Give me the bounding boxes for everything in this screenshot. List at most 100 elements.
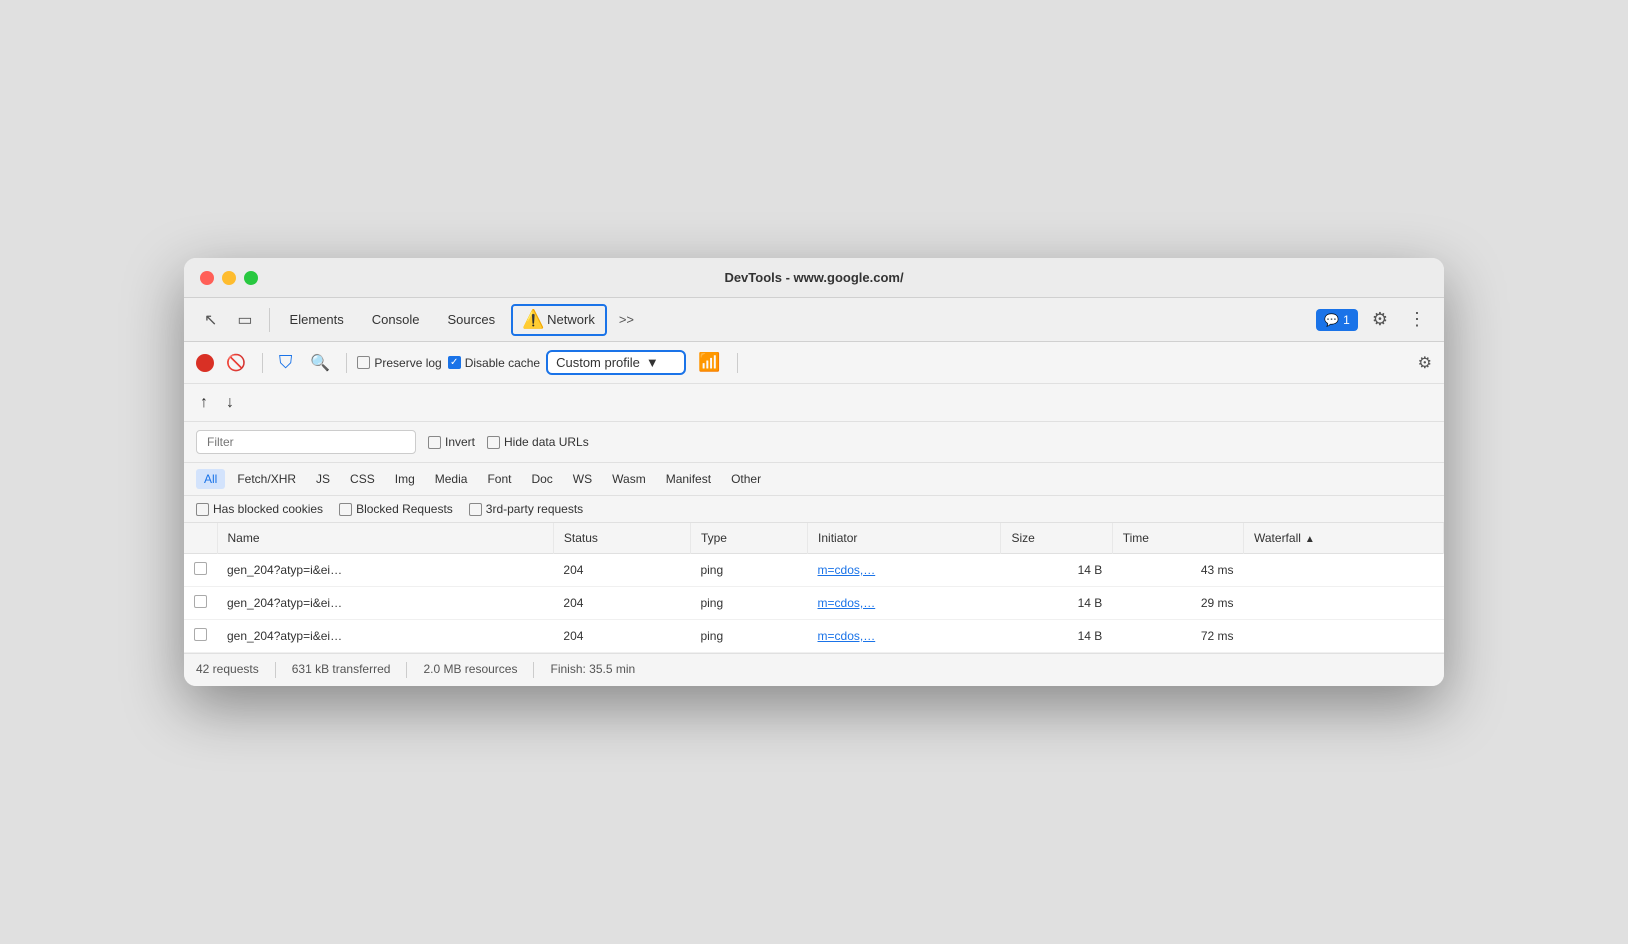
title-bar: DevTools - www.google.com/ <box>184 258 1444 298</box>
type-filter-media[interactable]: Media <box>427 469 476 489</box>
initiator-link[interactable]: m=cdos,… <box>818 629 876 643</box>
search-icon: 🔍 <box>310 355 330 372</box>
finish-time: Finish: 35.5 min <box>550 662 635 678</box>
maximize-button[interactable] <box>244 271 258 285</box>
blocked-filter-has-blocked-cookies[interactable]: Has blocked cookies <box>196 502 323 516</box>
cell-time: 43 ms <box>1112 554 1243 587</box>
cell-waterfall <box>1244 554 1444 587</box>
col-header-time: Time <box>1112 523 1243 554</box>
tab-sources[interactable]: Sources <box>435 306 507 333</box>
issues-icon: 💬 <box>1324 313 1339 327</box>
filter-icon: ⛉ <box>279 352 293 372</box>
hide-data-urls-label[interactable]: Hide data URLs <box>487 435 589 449</box>
cell-waterfall <box>1244 620 1444 653</box>
traffic-lights <box>200 271 258 285</box>
type-filter-manifest[interactable]: Manifest <box>658 469 719 489</box>
import-har-button[interactable]: ↑ <box>196 392 212 414</box>
table-row[interactable]: gen_204?atyp=i&ei…204pingm=cdos,…14 B72 … <box>184 620 1444 653</box>
issues-badge-button[interactable]: 💬 1 <box>1316 309 1358 331</box>
cell-size: 14 B <box>1001 620 1112 653</box>
initiator-link[interactable]: m=cdos,… <box>818 596 876 610</box>
cell-name[interactable]: gen_204?atyp=i&ei… <box>217 587 553 620</box>
dropdown-arrow-icon: ▼ <box>646 355 659 370</box>
row-checkbox[interactable] <box>194 628 207 641</box>
more-options-button[interactable]: ⋮ <box>1402 305 1432 334</box>
settings-button[interactable]: ⚙ <box>1366 305 1394 334</box>
tab-network[interactable]: ⚠️ Network <box>511 304 607 336</box>
cell-time: 72 ms <box>1112 620 1243 653</box>
cell-name[interactable]: gen_204?atyp=i&ei… <box>217 554 553 587</box>
request-count: 42 requests <box>196 662 259 678</box>
tab-console[interactable]: Console <box>360 306 432 333</box>
initiator-link[interactable]: m=cdos,… <box>818 563 876 577</box>
clear-button[interactable]: 🚫 <box>220 350 252 376</box>
tab-divider <box>269 308 270 332</box>
cell-type: ping <box>690 620 807 653</box>
type-filter-css[interactable]: CSS <box>342 469 383 489</box>
type-filter-img[interactable]: Img <box>387 469 423 489</box>
blocked-filter-blocked-requests[interactable]: Blocked Requests <box>339 502 453 516</box>
table-row[interactable]: gen_204?atyp=i&ei…204pingm=cdos,…14 B29 … <box>184 587 1444 620</box>
cell-initiator[interactable]: m=cdos,… <box>808 554 1001 587</box>
throttle-profile-dropdown[interactable]: Custom profile ▼ <box>546 350 686 375</box>
row-checkbox[interactable] <box>194 595 207 608</box>
minimize-button[interactable] <box>222 271 236 285</box>
col-header-name: Name <box>217 523 553 554</box>
device-icon: ▭ <box>237 310 252 330</box>
table-body: gen_204?atyp=i&ei…204ping m=cdos,… 14 B43 … <box>184 554 1444 653</box>
tab-more-button[interactable]: >> <box>611 306 642 333</box>
filter-input[interactable] <box>196 430 416 454</box>
col-header-checkbox <box>184 523 217 554</box>
blocked-checkbox[interactable] <box>196 503 209 516</box>
disable-cache-label[interactable]: ✓ Disable cache <box>448 356 540 370</box>
type-filter-doc[interactable]: Doc <box>523 469 560 489</box>
type-filter-wasm[interactable]: Wasm <box>604 469 654 489</box>
wifi-settings-icon: 📶 <box>698 352 720 372</box>
network-settings-button[interactable]: ⚙ <box>1418 353 1432 373</box>
cell-name[interactable]: gen_204?atyp=i&ei… <box>217 620 553 653</box>
type-filter-all[interactable]: All <box>196 469 225 489</box>
col-header-waterfall[interactable]: Waterfall▲ <box>1244 523 1444 554</box>
export-har-button[interactable]: ↓ <box>222 392 238 414</box>
cell-status: 204 <box>553 587 690 620</box>
record-button[interactable] <box>196 354 214 372</box>
warning-icon: ⚠️ <box>523 310 543 330</box>
blocked-filter-3rd-party-requests[interactable]: 3rd-party requests <box>469 502 583 516</box>
network-conditions-button[interactable]: 📶 <box>692 349 726 376</box>
cell-initiator[interactable]: m=cdos,… <box>808 620 1001 653</box>
blocked-checkbox[interactable] <box>339 503 352 516</box>
blocked-checkbox[interactable] <box>469 503 482 516</box>
invert-label[interactable]: Invert <box>428 435 475 449</box>
cell-waterfall <box>1244 587 1444 620</box>
devtools-window: DevTools - www.google.com/ ↖ ▭ Elements … <box>184 258 1444 686</box>
type-filter-other[interactable]: Other <box>723 469 769 489</box>
filter-button[interactable]: ⛉ <box>273 349 299 376</box>
type-filter-ws[interactable]: WS <box>565 469 600 489</box>
row-checkbox[interactable] <box>194 562 207 575</box>
tab-bar-right: 💬 1 ⚙ ⋮ <box>1316 305 1432 334</box>
inspect-element-button[interactable]: ↖ <box>196 304 225 336</box>
hide-data-urls-checkbox[interactable] <box>487 436 500 449</box>
transferred-size: 631 kB transferred <box>292 662 391 678</box>
close-button[interactable] <box>200 271 214 285</box>
disable-cache-checkbox[interactable]: ✓ <box>448 356 461 369</box>
preserve-log-label[interactable]: Preserve log <box>357 356 441 370</box>
cell-size: 14 B <box>1001 587 1112 620</box>
more-icon: ⋮ <box>1408 309 1426 329</box>
invert-checkbox[interactable] <box>428 436 441 449</box>
settings-gear-icon: ⚙ <box>1418 355 1432 372</box>
status-divider-3 <box>533 662 534 678</box>
table-row[interactable]: gen_204?atyp=i&ei…204pingm=cdos,…14 B43 … <box>184 554 1444 587</box>
status-bar: 42 requests 631 kB transferred 2.0 MB re… <box>184 653 1444 686</box>
tab-elements[interactable]: Elements <box>278 306 356 333</box>
toolbar-divider-3 <box>737 353 738 373</box>
type-filter-js[interactable]: JS <box>308 469 338 489</box>
device-toolbar-button[interactable]: ▭ <box>229 304 260 336</box>
type-filter-fetch/xhr[interactable]: Fetch/XHR <box>229 469 304 489</box>
cell-initiator[interactable]: m=cdos,… <box>808 587 1001 620</box>
search-button[interactable]: 🔍 <box>304 350 336 376</box>
network-table-container: NameStatusTypeInitiatorSizeTimeWaterfall… <box>184 523 1444 653</box>
cell-type: ping <box>690 554 807 587</box>
type-filter-font[interactable]: Font <box>479 469 519 489</box>
preserve-log-checkbox[interactable] <box>357 356 370 369</box>
